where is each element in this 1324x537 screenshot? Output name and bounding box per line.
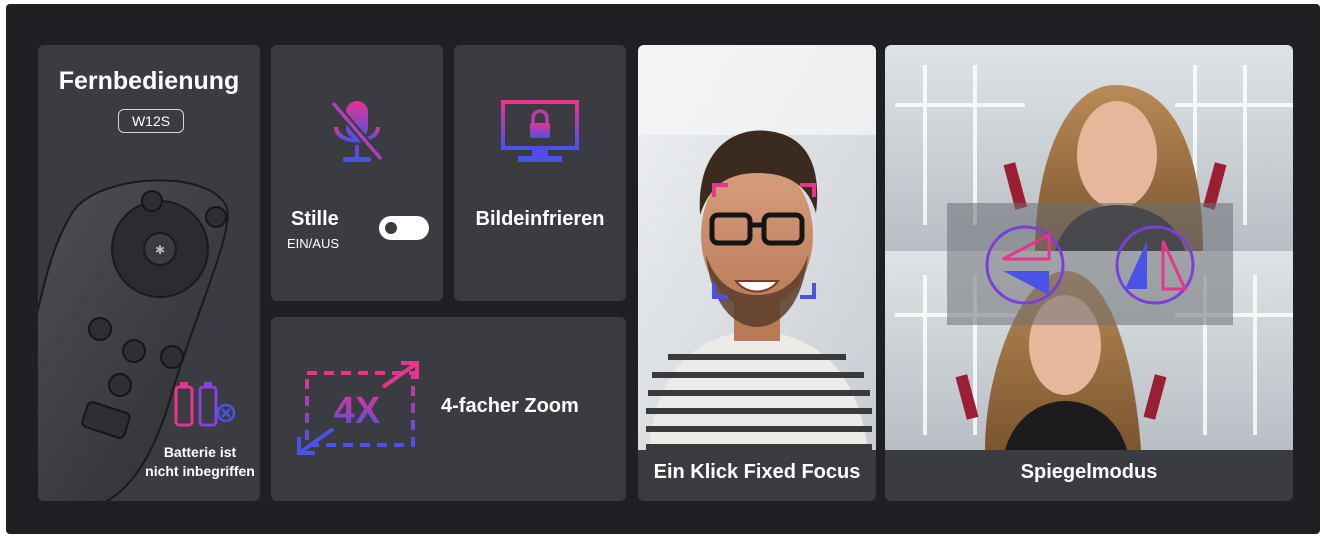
silence-subtitle: EIN/AUS xyxy=(287,236,340,251)
mirror-photo xyxy=(885,45,1293,450)
remote-title: Fernbedienung xyxy=(58,67,240,95)
model-badge: W12S xyxy=(118,109,184,133)
focus-photo xyxy=(638,45,876,450)
zoom-card: 4X 4-facher Zoom xyxy=(271,317,626,501)
toggle-knob xyxy=(385,222,397,234)
focus-title: Ein Klick Fixed Focus xyxy=(653,461,861,483)
freeze-title: Bildeinfrieren xyxy=(475,208,605,230)
remote-card: Fernbedienung W12S ✱ Batterie ist nicht … xyxy=(38,45,260,501)
zoom-frame-arrows-icon: 4X xyxy=(297,361,419,455)
battery-crossed-out-icon xyxy=(174,382,236,427)
muted-microphone-icon xyxy=(329,100,385,162)
mirror-card: Spiegelmodus xyxy=(885,45,1293,501)
zoom-title: 4-facher Zoom xyxy=(441,395,579,417)
battery-note-line2: nicht inbegriffen xyxy=(145,463,255,479)
zoom-label: 4X xyxy=(334,390,381,432)
freeze-card: Bildeinfrieren xyxy=(454,45,626,301)
focus-card: Ein Klick Fixed Focus xyxy=(638,45,876,501)
svg-text:✱: ✱ xyxy=(155,243,165,257)
silence-title: Stille xyxy=(291,208,339,230)
feature-panel: Fernbedienung W12S ✱ Batterie ist nicht … xyxy=(6,4,1320,534)
battery-note: Batterie ist nicht inbegriffen xyxy=(134,443,260,481)
battery-note-line1: Batterie ist xyxy=(163,444,237,460)
monitor-lock-icon xyxy=(501,100,579,162)
silence-card: Stille EIN/AUS xyxy=(271,45,443,301)
toggle-switch-icon xyxy=(379,216,429,240)
mirror-title: Spiegelmodus xyxy=(1020,461,1158,483)
